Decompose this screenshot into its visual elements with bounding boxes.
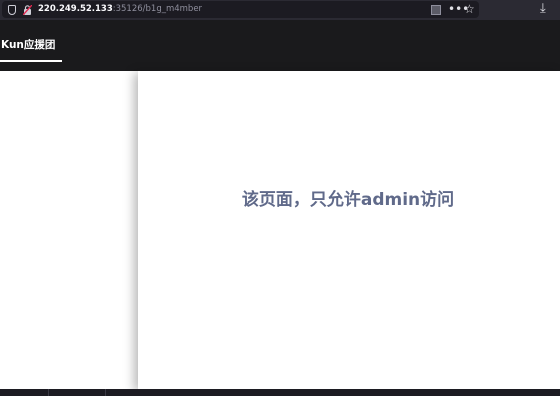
bookmark-star-icon[interactable]: ☆	[464, 1, 475, 17]
active-tab-indicator	[0, 60, 62, 62]
shield-icon[interactable]	[8, 5, 16, 15]
url-text[interactable]: 220.249.52.133:35126/b1g_m4mber	[38, 3, 202, 16]
access-denied-message: 该页面，只允许admin访问	[241, 190, 455, 210]
reader-view-icon[interactable]	[431, 5, 441, 15]
url-path: :35126/b1g_m4mber	[112, 4, 203, 14]
address-bar[interactable]: 220.249.52.133:35126/b1g_m4mber	[2, 1, 479, 18]
app-navbar: Kun应援团	[0, 20, 560, 71]
download-icon[interactable]: ⤓	[540, 1, 546, 17]
brand-tab[interactable]: Kun应援团	[0, 20, 55, 62]
main-content: 该页面，只允许admin访问	[0, 71, 560, 389]
bottom-bar	[0, 389, 560, 396]
url-host: 220.249.52.133	[38, 4, 113, 14]
bottom-separator	[105, 389, 106, 396]
bottom-separator	[48, 389, 49, 396]
browser-toolbar: 220.249.52.133:35126/b1g_m4mber ••• ☆ ⤓	[0, 0, 560, 20]
insecure-lock-icon[interactable]	[23, 5, 32, 15]
content-card: 该页面，只允许admin访问	[138, 71, 560, 389]
